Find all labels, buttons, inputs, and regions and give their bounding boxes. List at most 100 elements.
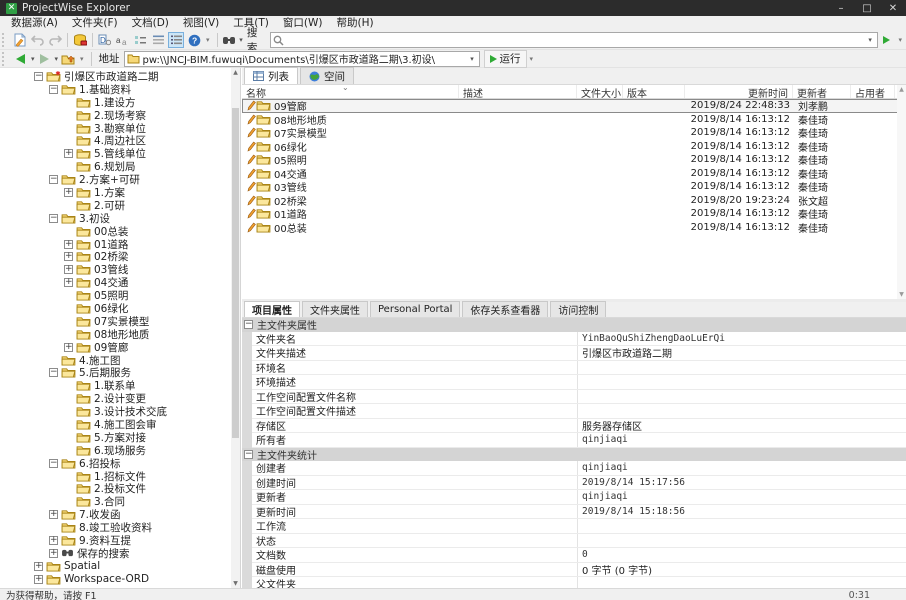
- file-list-row[interactable]: 00总装2019/8/14 16:13:12秦佳琦: [242, 221, 906, 235]
- back-dropdown-icon[interactable]: ▾: [31, 55, 35, 63]
- property-row[interactable]: 状态: [252, 534, 906, 549]
- property-row[interactable]: 工作流: [252, 519, 906, 534]
- minimize-button[interactable]: –: [828, 0, 854, 16]
- tree-scroll-thumb[interactable]: [232, 108, 239, 438]
- expand-icon[interactable]: +: [64, 278, 73, 287]
- tree-item[interactable]: +Spatial: [0, 560, 231, 573]
- property-row[interactable]: 创建时间2019/8/14 15:17:56: [252, 476, 906, 491]
- nav-overflow-icon[interactable]: ▾: [80, 55, 85, 63]
- menu-item-2[interactable]: 文档(D): [125, 16, 176, 31]
- column-header-5[interactable]: 更新者: [793, 85, 851, 98]
- menu-item-5[interactable]: 窗口(W): [276, 16, 330, 31]
- find-dropdown-icon[interactable]: ▾: [239, 36, 243, 44]
- expand-icon[interactable]: +: [49, 536, 58, 545]
- property-row[interactable]: 环境描述: [252, 375, 906, 390]
- expand-icon[interactable]: +: [64, 149, 73, 158]
- collapse-icon[interactable]: −: [49, 214, 58, 223]
- forward-dropdown-icon[interactable]: ▾: [55, 55, 59, 63]
- show-properties-icon[interactable]: D: [97, 32, 113, 48]
- property-row[interactable]: 所有者qinjiaqi: [252, 433, 906, 448]
- find-icon[interactable]: [221, 32, 237, 48]
- expand-icon[interactable]: +: [34, 562, 43, 571]
- toolbar-grip[interactable]: [2, 33, 8, 47]
- up-one-level-icon[interactable]: [59, 51, 76, 67]
- forward-button[interactable]: [36, 51, 53, 67]
- expand-icon[interactable]: +: [64, 343, 73, 352]
- list-view-icon[interactable]: [168, 32, 184, 48]
- collapse-icon[interactable]: −: [244, 320, 253, 329]
- collapse-icon[interactable]: −: [34, 72, 43, 81]
- property-row[interactable]: 父文件夹: [252, 577, 906, 588]
- tab-spatial[interactable]: 空间: [300, 67, 354, 84]
- property-row[interactable]: 更新者qinjiaqi: [252, 490, 906, 505]
- datasource-icon[interactable]: [72, 32, 88, 48]
- property-row[interactable]: 环境名: [252, 361, 906, 376]
- expand-icon[interactable]: +: [34, 575, 43, 584]
- prop-tab-0[interactable]: 项目属性: [244, 301, 300, 317]
- toolbar-overflow-icon[interactable]: ▾: [206, 36, 211, 44]
- help-icon[interactable]: ?: [186, 32, 202, 48]
- property-row[interactable]: 创建者qinjiaqi: [252, 461, 906, 476]
- expand-icon[interactable]: +: [64, 265, 73, 274]
- property-row[interactable]: 文件夹描述引爆区市政道路二期: [252, 346, 906, 361]
- tree-item[interactable]: 2.可研: [0, 199, 231, 212]
- expand-icon[interactable]: +: [64, 252, 73, 261]
- back-button[interactable]: [12, 51, 29, 67]
- list-scroll-down-icon[interactable]: ▼: [897, 290, 906, 299]
- property-group-header[interactable]: −主文件夹统计: [242, 448, 906, 462]
- search-toolbar-overflow-icon[interactable]: ▾: [899, 36, 904, 44]
- file-list-row[interactable]: 01道路2019/8/14 16:13:12秦佳琦: [242, 207, 906, 221]
- menu-item-6[interactable]: 帮助(H): [329, 16, 380, 31]
- file-list-row[interactable]: 02桥梁2019/8/20 19:23:24张文超: [242, 194, 906, 208]
- search-dropdown-icon[interactable]: ▾: [864, 34, 877, 46]
- expand-icon[interactable]: +: [64, 240, 73, 249]
- menu-item-3[interactable]: 视图(V): [176, 16, 226, 31]
- list-scroll-up-icon[interactable]: ▲: [897, 85, 906, 94]
- address-dropdown-icon[interactable]: ▾: [466, 53, 479, 65]
- address-toolbar-grip[interactable]: [2, 52, 8, 66]
- menu-item-0[interactable]: 数据源(A): [4, 16, 65, 31]
- expand-icon[interactable]: +: [64, 188, 73, 197]
- file-list-scrollbar[interactable]: ▲ ▼: [897, 85, 906, 299]
- property-group-header[interactable]: −主文件夹属性: [242, 318, 906, 332]
- property-row[interactable]: 工作空间配置文件名称: [252, 390, 906, 405]
- scroll-up-icon[interactable]: ▲: [231, 68, 240, 77]
- file-list-row[interactable]: 07实景模型2019/8/14 16:13:12秦佳琦: [242, 126, 906, 140]
- file-list-row[interactable]: 04交通2019/8/14 16:13:12秦佳琦: [242, 167, 906, 181]
- property-row[interactable]: 文件夹名YinBaoQuShiZhengDaoLuErQi: [252, 332, 906, 347]
- column-header-4[interactable]: 更新时间: [685, 85, 793, 98]
- collapse-icon[interactable]: −: [49, 459, 58, 468]
- file-list-row[interactable]: 03管线2019/8/14 16:13:12秦佳琦: [242, 180, 906, 194]
- file-list-row[interactable]: 08地形地质2019/8/14 16:13:12秦佳琦: [242, 113, 906, 127]
- close-button[interactable]: ✕: [880, 0, 906, 16]
- search-input[interactable]: ▾: [270, 32, 877, 48]
- search-run-icon[interactable]: [879, 32, 895, 48]
- property-row[interactable]: 磁盘使用0 字节 (0 字节): [252, 563, 906, 578]
- address-input[interactable]: pw:\\JNCJ-BIM.fuwuqi\Documents\引爆区市政道路二期…: [124, 51, 480, 67]
- small-icons-view-icon[interactable]: [133, 32, 149, 48]
- file-list-row[interactable]: 09管廊2019/8/24 22:48:33刘孝鹏: [242, 99, 906, 113]
- collapse-icon[interactable]: −: [49, 85, 58, 94]
- property-row[interactable]: 文档数0: [252, 548, 906, 563]
- file-list-row[interactable]: 06绿化2019/8/14 16:13:12秦佳琦: [242, 140, 906, 154]
- address-toolbar-overflow-icon[interactable]: ▾: [530, 55, 535, 63]
- prop-tab-4[interactable]: 访问控制: [550, 301, 606, 317]
- prop-tab-1[interactable]: 文件夹属性: [302, 301, 368, 317]
- file-list-row[interactable]: 05照明2019/8/14 16:13:12秦佳琦: [242, 153, 906, 167]
- scroll-down-icon[interactable]: ▼: [231, 579, 240, 588]
- tree-item[interactable]: +保存的搜索: [0, 547, 231, 560]
- maximize-button[interactable]: □: [854, 0, 880, 16]
- collapse-icon[interactable]: −: [49, 175, 58, 184]
- menu-item-1[interactable]: 文件夹(F): [65, 16, 125, 31]
- column-header-2[interactable]: 文件大小: [577, 85, 623, 98]
- collapse-icon[interactable]: −: [244, 450, 253, 459]
- column-header-3[interactable]: 版本: [623, 85, 685, 98]
- expand-icon[interactable]: +: [49, 510, 58, 519]
- column-header-6[interactable]: 占用者: [851, 85, 895, 98]
- tree-item[interactable]: +Workspace-ORD: [0, 573, 231, 586]
- tab-list[interactable]: 列表: [244, 67, 298, 84]
- run-button[interactable]: 运行: [484, 50, 527, 68]
- column-header-0[interactable]: 名称: [242, 85, 459, 98]
- column-header-1[interactable]: 描述: [459, 85, 577, 98]
- tree-scrollbar[interactable]: ▲ ▼: [231, 68, 240, 588]
